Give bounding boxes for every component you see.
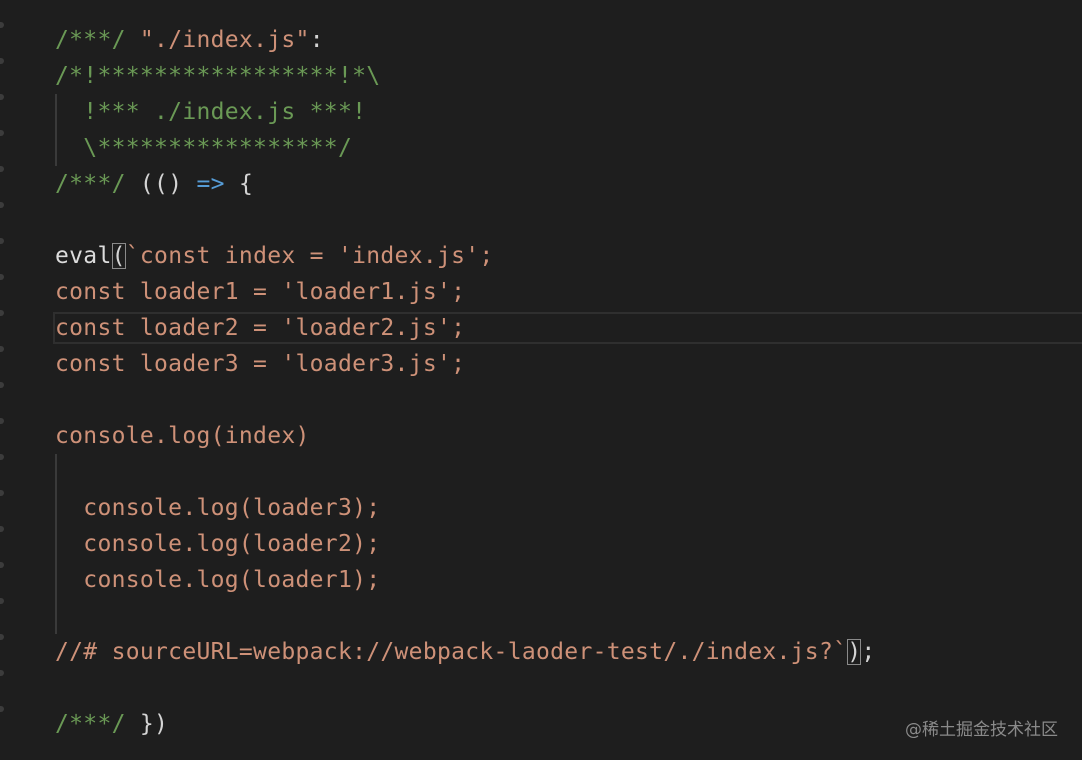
- code-token: ((): [125, 171, 183, 197]
- code-token: eval: [55, 243, 112, 269]
- code-token: "./index.js": [139, 27, 310, 53]
- indent-guide: [55, 454, 57, 490]
- code-line[interactable]: //# sourceURL=webpack://webpack-laoder-t…: [0, 634, 1082, 670]
- code-line[interactable]: /***/ "./index.js":: [0, 22, 1082, 58]
- code-line[interactable]: /***/ (() => {: [0, 166, 1082, 202]
- watermark-text: @稀土掘金技术社区: [905, 720, 1058, 740]
- code-token: ;: [861, 639, 876, 665]
- code-token: /***/: [55, 711, 126, 737]
- code-token: const loader3 = 'loader3.js';: [55, 351, 466, 377]
- indent-guide: [55, 490, 57, 526]
- indent-guide: [55, 94, 57, 130]
- current-line[interactable]: const loader2 = 'loader2.js';: [0, 310, 1082, 346]
- code-line[interactable]: [0, 670, 1082, 706]
- bracket-match: ): [847, 639, 862, 665]
- indent-guide: [55, 562, 57, 598]
- code-line[interactable]: !*** ./index.js ***!: [0, 94, 1082, 130]
- indent-guide: [55, 598, 57, 634]
- indent-guide: [55, 130, 57, 166]
- code-line[interactable]: eval(`const index = 'index.js';: [0, 238, 1082, 274]
- code-line[interactable]: \*****************/: [0, 130, 1082, 166]
- code-line[interactable]: console.log(loader2);: [0, 526, 1082, 562]
- code-token: const loader2 = 'loader2.js';: [55, 315, 466, 341]
- bracket-match: (: [111, 243, 126, 269]
- code-token: {: [224, 171, 254, 197]
- code-line[interactable]: /*!*****************!*\: [0, 58, 1082, 94]
- code-token: console.log(loader3);: [55, 495, 381, 521]
- code-token: =>: [182, 171, 225, 197]
- code-token: }): [125, 711, 169, 737]
- code-token: /*!*****************!*\: [55, 63, 381, 89]
- code-token: /***/: [55, 27, 126, 53]
- code-token: \*****************/: [55, 135, 353, 161]
- code-token: console.log(loader1);: [55, 567, 381, 593]
- code-line[interactable]: const loader3 = 'loader3.js';: [0, 346, 1082, 382]
- code-line[interactable]: [0, 454, 1082, 490]
- code-token: /***/: [55, 171, 126, 197]
- code-token: console.log(index): [55, 423, 310, 449]
- code-line[interactable]: console.log(loader3);: [0, 490, 1082, 526]
- indent-guide: [55, 526, 57, 562]
- code-token: console.log(loader2);: [55, 531, 381, 557]
- code-token: `const index = 'index.js';: [125, 243, 494, 269]
- code-token: const loader1 = 'loader1.js';: [55, 279, 466, 305]
- code-token: :: [309, 27, 324, 53]
- code-line[interactable]: [0, 382, 1082, 418]
- code-token: !*** ./index.js ***!: [55, 99, 367, 125]
- code-line[interactable]: [0, 202, 1082, 238]
- code-editor[interactable]: /***/ "./index.js": /*!*****************…: [0, 22, 1082, 742]
- code-token: //# sourceURL=webpack://webpack-laoder-t…: [55, 639, 848, 665]
- code-line[interactable]: console.log(index): [0, 418, 1082, 454]
- code-line[interactable]: console.log(loader1);: [0, 562, 1082, 598]
- code-line[interactable]: const loader1 = 'loader1.js';: [0, 274, 1082, 310]
- code-line[interactable]: [0, 598, 1082, 634]
